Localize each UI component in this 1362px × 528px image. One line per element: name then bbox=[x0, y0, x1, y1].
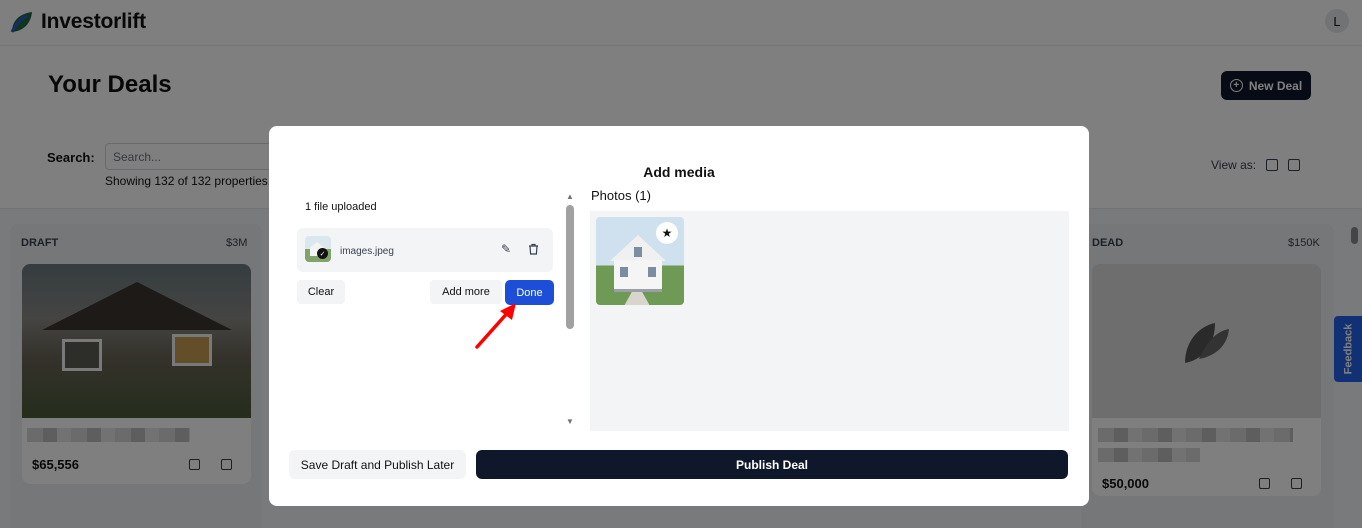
scroll-down-icon[interactable]: ▼ bbox=[565, 417, 575, 426]
publish-deal-button[interactable]: Publish Deal bbox=[476, 450, 1068, 479]
star-icon[interactable]: ★ bbox=[656, 222, 678, 244]
delete-file-icon[interactable] bbox=[526, 242, 540, 256]
red-arrow-icon bbox=[475, 303, 516, 349]
photos-count-label: Photos (1) bbox=[591, 188, 651, 203]
file-list-scroll-thumb[interactable] bbox=[566, 205, 574, 329]
modal-title: Add media bbox=[643, 164, 715, 180]
file-list-scrollbar[interactable]: ▲ ▼ bbox=[565, 192, 575, 428]
uploaded-photo[interactable]: ★ bbox=[596, 217, 684, 305]
uploaded-file-row: ✓ images.jpeg ✎ bbox=[297, 228, 553, 272]
clear-button[interactable]: Clear bbox=[297, 280, 345, 304]
save-draft-button[interactable]: Save Draft and Publish Later bbox=[289, 450, 466, 479]
upload-status: 1 file uploaded bbox=[305, 201, 377, 213]
photos-gallery: ★ bbox=[590, 211, 1069, 431]
edit-file-icon[interactable]: ✎ bbox=[499, 242, 513, 256]
file-name: images.jpeg bbox=[340, 246, 394, 257]
check-icon: ✓ bbox=[317, 248, 328, 259]
add-media-modal: Add media 1 file uploaded ✓ images.jpeg … bbox=[269, 126, 1089, 506]
scroll-up-icon[interactable]: ▲ bbox=[565, 192, 575, 201]
